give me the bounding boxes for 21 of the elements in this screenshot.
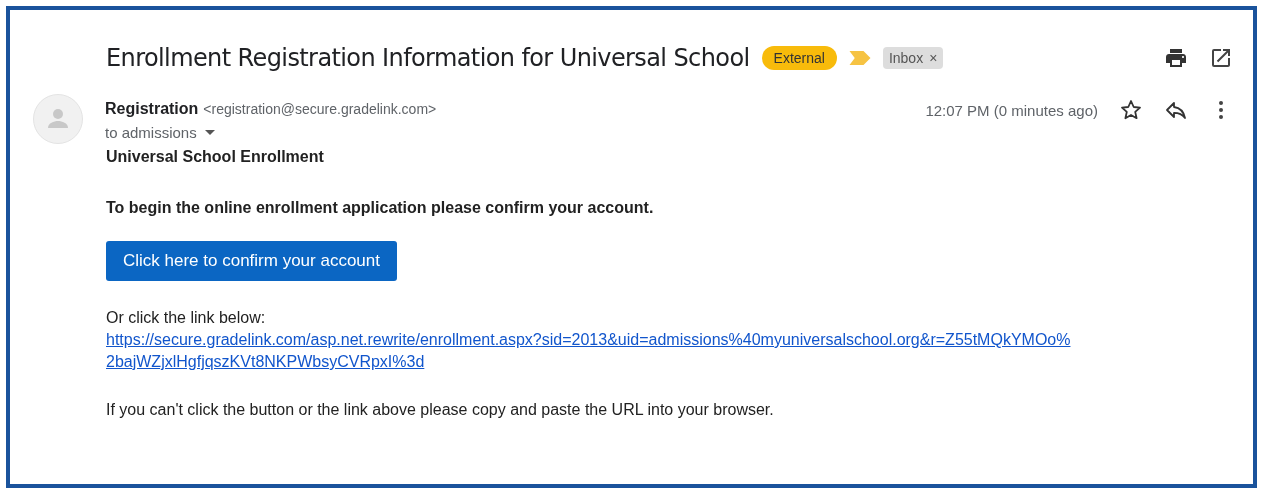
importance-marker-icon[interactable]: [848, 51, 871, 65]
inbox-label: Inbox ×: [882, 47, 944, 69]
url-link[interactable]: https://secure.gradelink.com/asp.net.rewrite/enrollment.aspx?sid=2013&uid=admissions%40myuniversalschool.org&r=Z55tMQkYMOo%: [106, 331, 1071, 349]
print-icon[interactable]: [1164, 46, 1188, 70]
open-in-new-window-icon[interactable]: [1209, 46, 1233, 70]
timestamp: 12:07 PM (0 minutes ago): [925, 102, 1098, 119]
body-heading: Universal School Enrollment: [106, 148, 324, 166]
star-icon[interactable]: [1119, 98, 1143, 122]
sender-email: <registration@secure.gradelink.com>: [203, 101, 437, 117]
avatar-icon: [33, 94, 83, 144]
body-text: To begin the online enrollment application please confirm your account.: [106, 199, 654, 217]
recipient-text: to admissions: [105, 124, 197, 141]
dropdown-caret-icon[interactable]: [204, 130, 215, 135]
body-text: If you can't click the button or the link above please copy and paste the URL into your browser.: [106, 401, 774, 419]
remove-label-button[interactable]: ×: [929, 50, 938, 66]
confirm-account-button[interactable]: Click here to confirm your account: [106, 241, 397, 281]
external-label: External: [761, 46, 837, 70]
sender-name: Registration: [105, 100, 199, 118]
email-subject: Enrollment Registration Information for Universal School: [106, 44, 750, 72]
body-text: Or click the link below:: [106, 309, 266, 327]
url-link[interactable]: 2bajWZjxlHgfjqszKVt8NKPWbsyCVRpxI%3d: [106, 353, 425, 371]
